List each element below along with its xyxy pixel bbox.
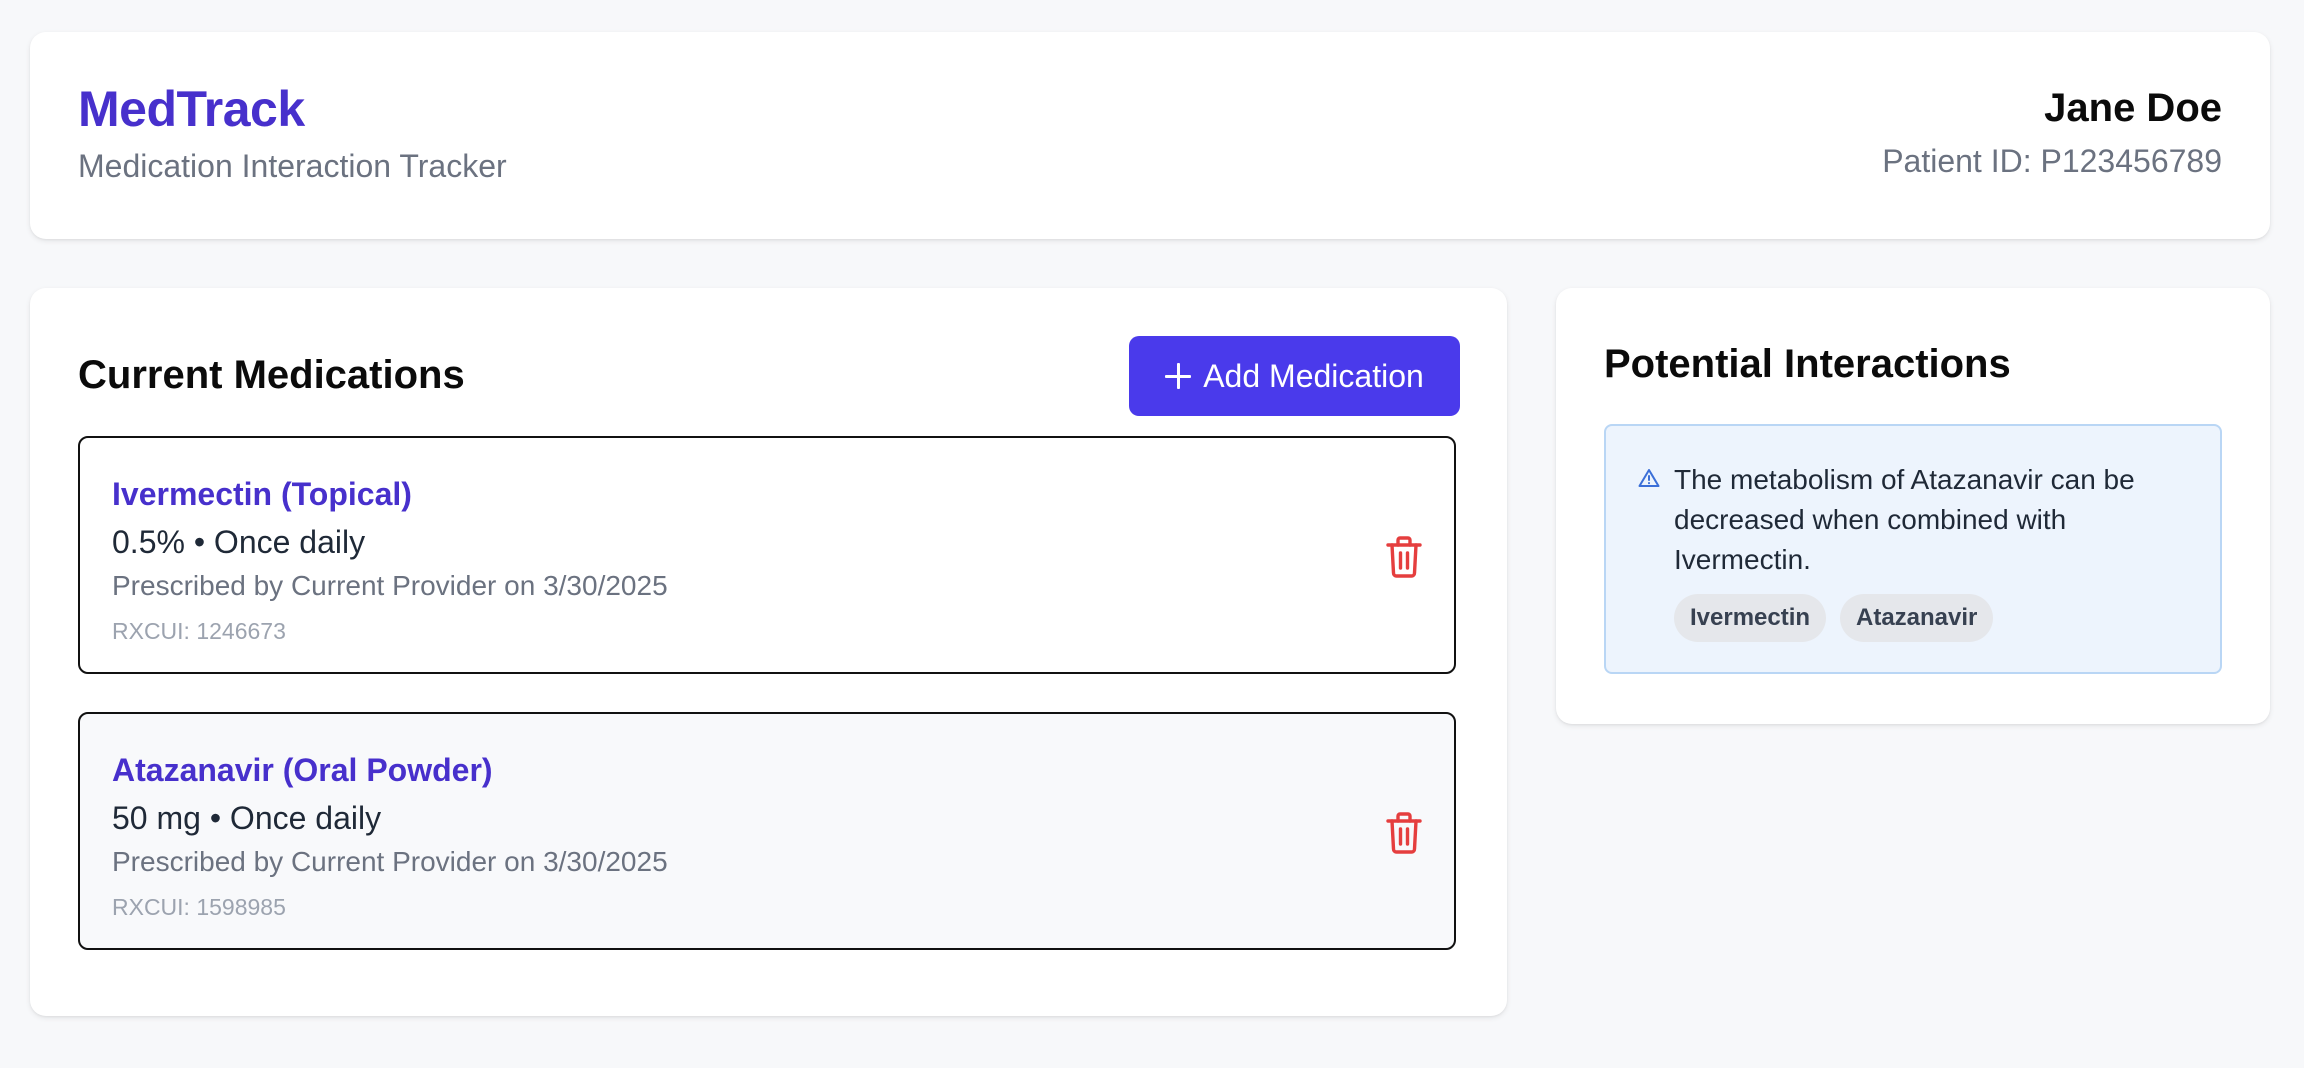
trash-icon [1386, 536, 1422, 578]
medication-card: Ivermectin (Topical) 0.5% • Once daily P… [78, 436, 1456, 674]
delete-medication-button[interactable] [1384, 535, 1424, 579]
plus-icon [1165, 363, 1192, 389]
patient-id: Patient ID: P123456789 [1882, 143, 2222, 179]
medication-dose-frequency: 0.5% • Once daily [112, 524, 366, 560]
interactions-panel: Potential Interactions The metabolism of… [1556, 288, 2270, 724]
warning-triangle-icon [1638, 469, 1660, 487]
app-subtitle: Medication Interaction Tracker [78, 148, 507, 184]
app-header: MedTrack Medication Interaction Tracker … [30, 32, 2270, 239]
medications-panel: Current Medications Add Medication Iverm… [30, 288, 1507, 1016]
medication-prescribed: Prescribed by Current Provider on 3/30/2… [112, 570, 668, 601]
medication-name: Ivermectin (Topical) [112, 476, 412, 512]
interactions-heading: Potential Interactions [1604, 342, 2011, 386]
medication-dose-frequency: 50 mg • Once daily [112, 800, 382, 836]
add-medication-label: Add Medication [1203, 357, 1424, 394]
interaction-alert: The metabolism of Atazanavir can be decr… [1604, 424, 2222, 674]
add-medication-button[interactable]: Add Medication [1129, 336, 1460, 416]
medication-prescribed: Prescribed by Current Provider on 3/30/2… [112, 846, 668, 877]
medication-rxcui: RXCUI: 1598985 [112, 894, 286, 920]
drug-chip: Ivermectin [1674, 594, 1827, 642]
delete-medication-button[interactable] [1384, 811, 1424, 855]
medications-heading: Current Medications [78, 353, 465, 397]
interaction-description: The metabolism of Atazanavir can be decr… [1674, 464, 2135, 575]
medication-card: Atazanavir (Oral Powder) 50 mg • Once da… [78, 712, 1456, 950]
drug-chip: Atazanavir [1840, 594, 1994, 642]
medication-rxcui: RXCUI: 1246673 [112, 618, 286, 644]
patient-name: Jane Doe [2044, 86, 2222, 130]
trash-icon [1386, 812, 1422, 854]
medication-name: Atazanavir (Oral Powder) [112, 752, 493, 788]
app-title: MedTrack [78, 81, 305, 137]
